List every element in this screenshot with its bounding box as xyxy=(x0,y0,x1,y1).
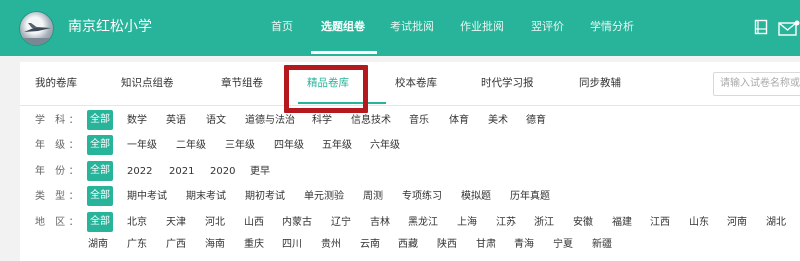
region-option[interactable]: 重庆 xyxy=(244,237,264,252)
region-option[interactable]: 贵州 xyxy=(321,237,341,252)
region-option[interactable]: 山西 xyxy=(244,215,264,230)
region-option[interactable]: 北京 xyxy=(127,215,147,230)
highlight-annotation-box xyxy=(284,65,368,113)
grade-option[interactable]: 三年级 xyxy=(225,138,255,153)
grade-option[interactable]: 二年级 xyxy=(176,138,206,153)
type-option[interactable]: 模拟题 xyxy=(461,189,491,204)
region-option[interactable]: 江西 xyxy=(650,215,670,230)
grade-all[interactable]: 全部 xyxy=(87,135,113,155)
type-option[interactable]: 历年真题 xyxy=(510,189,550,204)
mail-icon[interactable] xyxy=(778,20,800,40)
type-option[interactable]: 单元测验 xyxy=(304,189,344,204)
subject-option[interactable]: 美术 xyxy=(488,113,508,128)
region-option[interactable]: 海南 xyxy=(205,237,225,252)
filter-label-grade: 年 级： xyxy=(35,140,83,151)
filter-row-grade: 年 级： 全部 一年级 二年级 三年级 四年级 五年级 六年级 xyxy=(20,135,800,157)
region-option[interactable]: 西藏 xyxy=(398,237,418,252)
year-option[interactable]: 2022 xyxy=(127,164,152,179)
nav-active-indicator xyxy=(311,51,377,54)
tab-chapter[interactable]: 章节组卷 xyxy=(221,76,263,91)
type-option[interactable]: 期中考试 xyxy=(127,189,167,204)
nav-exam-grading[interactable]: 考试批阅 xyxy=(390,19,434,35)
grade-option[interactable]: 五年级 xyxy=(322,138,352,153)
region-option[interactable]: 宁夏 xyxy=(553,237,573,252)
paper-search-input[interactable]: 请输入试卷名称或 xyxy=(713,72,800,96)
region-option[interactable]: 山东 xyxy=(689,215,709,230)
grade-option[interactable]: 一年级 xyxy=(127,138,157,153)
region-all[interactable]: 全部 xyxy=(87,212,113,232)
tab-knowledge-point[interactable]: 知识点组卷 xyxy=(121,76,174,91)
nav-homework-grading[interactable]: 作业批阅 xyxy=(460,19,504,35)
year-option[interactable]: 2021 xyxy=(169,164,194,179)
tab-school-library[interactable]: 校本卷库 xyxy=(395,76,437,91)
year-option[interactable]: 更早 xyxy=(250,164,270,179)
region-option[interactable]: 云南 xyxy=(360,237,380,252)
region-option[interactable]: 新疆 xyxy=(592,237,612,252)
region-option[interactable]: 广东 xyxy=(127,237,147,252)
filter-label-subject: 学 科： xyxy=(35,115,83,126)
subject-option[interactable]: 科学 xyxy=(312,113,332,128)
subject-option[interactable]: 信息技术 xyxy=(351,113,391,128)
subject-option[interactable]: 德育 xyxy=(526,113,546,128)
region-option[interactable]: 安徽 xyxy=(573,215,593,230)
year-all[interactable]: 全部 xyxy=(87,161,113,181)
tab-times-study-paper[interactable]: 时代学习报 xyxy=(481,76,534,91)
region-option[interactable]: 黑龙江 xyxy=(408,215,438,230)
type-option[interactable]: 期末考试 xyxy=(186,189,226,204)
region-option[interactable]: 辽宁 xyxy=(331,215,351,230)
grade-option[interactable]: 四年级 xyxy=(274,138,304,153)
type-option[interactable]: 专项练习 xyxy=(402,189,442,204)
subject-option[interactable]: 道德与法治 xyxy=(245,113,295,128)
region-option[interactable]: 江苏 xyxy=(496,215,516,230)
page: 南京红松小学 首页 选题组卷 考试批阅 作业批阅 翌评价 学情分析 我的卷库 知… xyxy=(0,0,800,261)
region-option[interactable]: 天津 xyxy=(166,215,186,230)
library-tabs: 我的卷库 知识点组卷 章节组卷 精品卷库 校本卷库 时代学习报 同步教辅 请输入… xyxy=(20,62,800,106)
type-all[interactable]: 全部 xyxy=(87,186,113,206)
filter-row-type: 类 型： 全部 期中考试 期末考试 期初考试 单元测验 周测 专项练习 模拟题 … xyxy=(20,186,800,208)
region-option[interactable]: 河北 xyxy=(205,215,225,230)
filter-row-region-more: 湖南 广东 广西 海南 重庆 四川 贵州 云南 西藏 陕西 甘肃 青海 宁夏 新… xyxy=(20,234,800,256)
region-option[interactable]: 湖南 xyxy=(88,237,108,252)
subject-option[interactable]: 数学 xyxy=(127,113,147,128)
filter-row-subject: 学 科： 全部 数学 英语 语文 道德与法治 科学 信息技术 音乐 体育 美术 … xyxy=(20,110,800,132)
filter-label-year: 年 份： xyxy=(35,166,83,177)
nav-home[interactable]: 首页 xyxy=(271,19,293,35)
region-option[interactable]: 广西 xyxy=(166,237,186,252)
subject-option[interactable]: 英语 xyxy=(166,113,186,128)
region-option[interactable]: 内蒙古 xyxy=(282,215,312,230)
type-option[interactable]: 期初考试 xyxy=(245,189,285,204)
subject-option[interactable]: 语文 xyxy=(206,113,226,128)
region-option[interactable]: 福建 xyxy=(612,215,632,230)
subject-option[interactable]: 体育 xyxy=(449,113,469,128)
year-option[interactable]: 2020 xyxy=(210,164,235,179)
tab-my-library[interactable]: 我的卷库 xyxy=(35,76,77,91)
region-option[interactable]: 四川 xyxy=(282,237,302,252)
filter-row-region: 地 区： 全部 北京 天津 河北 山西 内蒙古 辽宁 吉林 黑龙江 上海 江苏 … xyxy=(20,212,800,234)
notebook-icon[interactable] xyxy=(754,19,768,39)
region-option[interactable]: 吉林 xyxy=(370,215,390,230)
region-option[interactable]: 上海 xyxy=(457,215,477,230)
content-panel: 我的卷库 知识点组卷 章节组卷 精品卷库 校本卷库 时代学习报 同步教辅 请输入… xyxy=(20,62,800,261)
filter-label-region: 地 区： xyxy=(35,217,83,228)
region-option[interactable]: 甘肃 xyxy=(476,237,496,252)
region-option[interactable]: 陕西 xyxy=(437,237,457,252)
tab-sync-tutoring[interactable]: 同步教辅 xyxy=(579,76,621,91)
nav-learning-analysis[interactable]: 学情分析 xyxy=(590,19,634,35)
region-option[interactable]: 浙江 xyxy=(534,215,554,230)
filter-label-type: 类 型： xyxy=(35,191,83,202)
school-avatar xyxy=(19,11,54,46)
region-option[interactable]: 湖北 xyxy=(766,215,786,230)
nav-evaluation[interactable]: 翌评价 xyxy=(531,19,564,35)
subject-all[interactable]: 全部 xyxy=(87,110,113,130)
filter-row-year: 年 份： 全部 2022 2021 2020 更早 xyxy=(20,161,800,183)
nav-select-questions[interactable]: 选题组卷 xyxy=(321,19,365,35)
grade-option[interactable]: 六年级 xyxy=(370,138,400,153)
type-option[interactable]: 周测 xyxy=(363,189,383,204)
school-name: 南京红松小学 xyxy=(68,19,152,35)
region-option[interactable]: 青海 xyxy=(514,237,534,252)
subject-option[interactable]: 音乐 xyxy=(409,113,429,128)
region-option[interactable]: 河南 xyxy=(727,215,747,230)
top-header: 南京红松小学 首页 选题组卷 考试批阅 作业批阅 翌评价 学情分析 xyxy=(0,0,800,56)
